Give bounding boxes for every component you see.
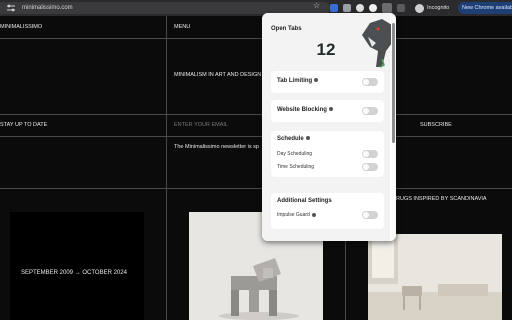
divider [0, 114, 512, 115]
extensions-puzzle-icon[interactable] [397, 4, 405, 12]
divider [0, 136, 512, 137]
extension-popup: Open Tabs 12 Tab Limiting Website Blocki… [262, 13, 396, 241]
menu-link[interactable]: MENU [174, 24, 190, 30]
additional-settings-label: Additional Settings [277, 198, 332, 204]
day-scheduling-label: Day Scheduling [277, 151, 313, 157]
extension-icon[interactable] [330, 4, 338, 12]
stay-up-to-date-label: STAY UP TO DATE [0, 122, 48, 128]
incognito-label: Incognito [427, 5, 450, 11]
open-tabs-label: Open Tabs [271, 26, 302, 32]
star-icon[interactable]: ☆ [313, 2, 320, 10]
day-scheduling-toggle[interactable] [362, 150, 378, 158]
browser-window: minimalissimo.com ☆ Incognito New Chrome… [0, 0, 512, 320]
tab-limiting-toggle[interactable] [362, 78, 378, 86]
impulse-guard-toggle[interactable] [362, 211, 378, 219]
article-caption[interactable]: RUGS INSPIRED BY SCANDINAVIA [396, 196, 487, 202]
extension-icon[interactable] [343, 4, 351, 12]
extension-icon[interactable] [356, 4, 364, 12]
newsletter-text: The Minimalissimo newsletter is sp [174, 144, 259, 150]
site-brand[interactable]: MINIMALISSIMO [0, 24, 42, 30]
divider [0, 188, 512, 189]
impulse-guard-label: Impulse Guard [277, 212, 316, 218]
tab-limiting-label: Tab Limiting [277, 78, 319, 84]
website-blocking-toggle[interactable] [362, 107, 378, 115]
schedule-label: Schedule [277, 136, 310, 142]
site-tagline: MINIMALISM IN ART AND DESIGN [174, 72, 262, 78]
incognito-indicator[interactable]: Incognito [415, 2, 449, 14]
web-page: MINIMALISSIMO MENU MINIMALISM IN ART AND… [0, 16, 512, 320]
browser-toolbar: minimalissimo.com ☆ Incognito New Chrome… [0, 0, 512, 16]
incognito-icon [415, 3, 424, 13]
url-text[interactable]: minimalissimo.com [22, 5, 73, 11]
schedule-card: Schedule Day Scheduling Time Scheduling [271, 131, 384, 177]
interior-image[interactable] [368, 234, 502, 320]
dinosaur-extension-icon[interactable] [382, 3, 392, 13]
website-blocking-label: Website Blocking [277, 107, 333, 113]
extension-icon[interactable] [369, 4, 377, 12]
archive-panel[interactable]: SEPTEMBER 2009 → OCTOBER 2024 [10, 212, 144, 320]
date-range: SEPTEMBER 2009 → OCTOBER 2024 [21, 270, 127, 276]
email-input[interactable]: ENTER YOUR EMAIL [174, 122, 228, 128]
website-blocking-card: Website Blocking [271, 100, 384, 122]
info-icon[interactable] [311, 212, 316, 217]
additional-settings-card: Additional Settings Impulse Guard [271, 193, 384, 229]
subscribe-button[interactable]: SUBSCRIBE [420, 122, 452, 128]
dinosaur-mascot-icon [362, 19, 392, 68]
popup-content: Open Tabs 12 Tab Limiting Website Blocki… [262, 13, 392, 241]
info-icon[interactable] [314, 78, 319, 83]
time-scheduling-toggle[interactable] [362, 163, 378, 171]
interior-room-illustration [368, 234, 502, 320]
divider [166, 16, 167, 320]
time-scheduling-label: Time Scheduling [277, 164, 315, 170]
new-chrome-button[interactable]: New Chrome available [458, 2, 512, 14]
scrollbar-thumb[interactable] [392, 23, 395, 143]
tune-icon[interactable] [6, 4, 16, 12]
divider [0, 38, 512, 39]
info-icon[interactable] [305, 136, 310, 141]
tab-limiting-card: Tab Limiting [271, 71, 384, 93]
popup-scrollbar[interactable] [391, 13, 396, 241]
info-icon[interactable] [328, 107, 333, 112]
